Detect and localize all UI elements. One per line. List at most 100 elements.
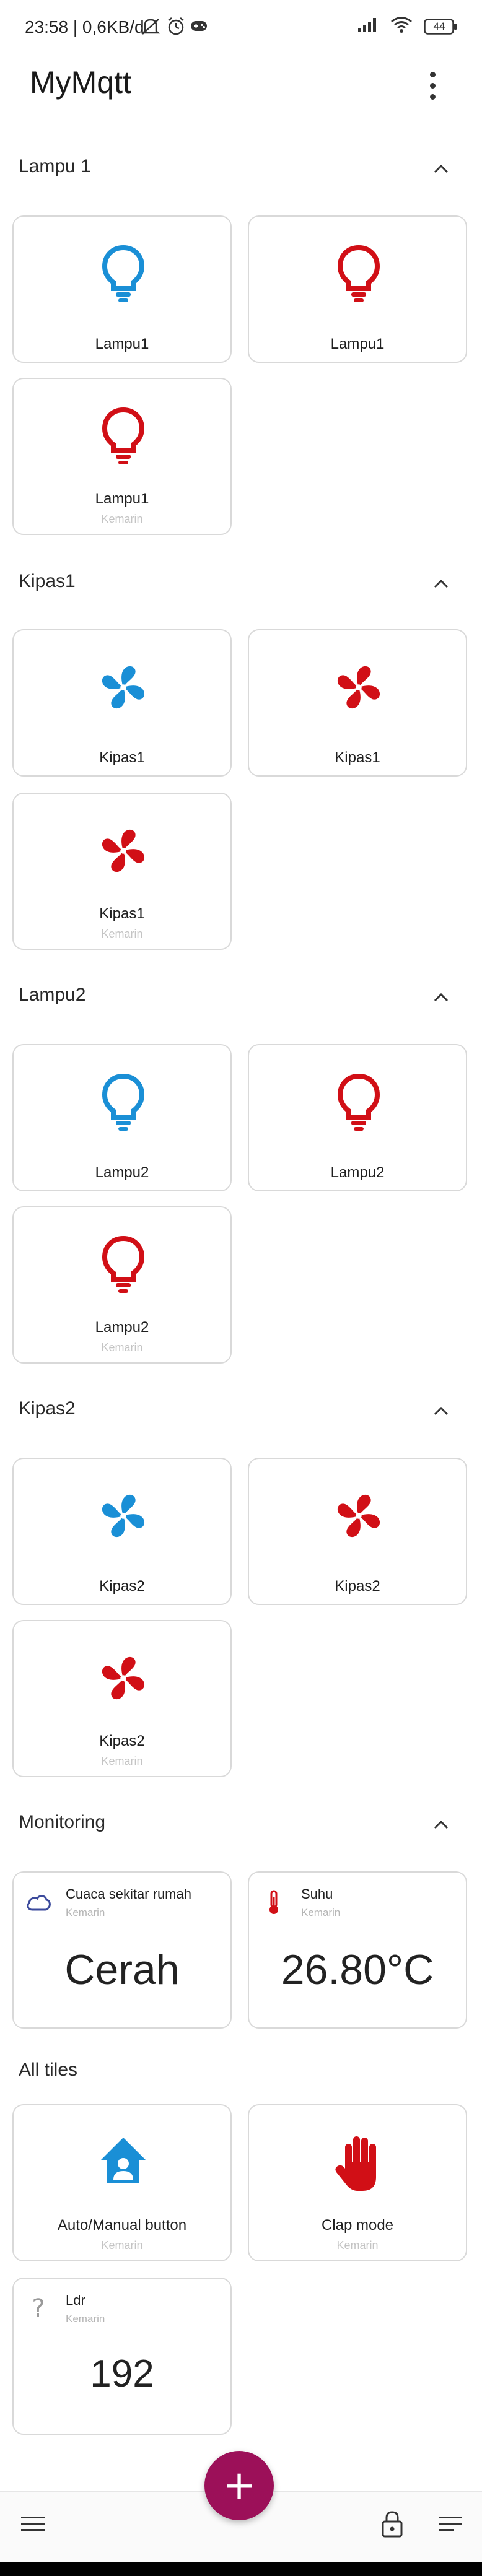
app-title: MyMqtt [30,65,131,100]
fan-icon [99,820,148,882]
lock-icon[interactable] [380,2510,404,2541]
section-header-monitoring[interactable]: Monitoring [0,1799,482,1849]
tile-title: Suhu [301,1886,333,1902]
section-title: All tiles [19,2060,78,2080]
tile-label: Kipas2 [335,1578,380,1595]
more-dot [429,71,436,77]
alarm-icon [166,16,186,39]
mute-icon [140,17,161,39]
tile-label: Lampu2 [95,1319,149,1336]
fan-icon [99,1647,148,1709]
tile-sub: Kemarin [301,1907,341,1918]
lightbulb-icon [99,405,148,467]
tile-label: Lampu1 [330,336,385,352]
tile-kipas1-status[interactable]: Kipas1 Kemarin [12,793,232,950]
tile-label: Clap mode [321,2217,394,2234]
tile-ldr[interactable]: ? Ldr Kemarin 192 [12,2278,232,2435]
tile-auto-manual[interactable]: Auto/Manual button Kemarin [12,2104,232,2261]
tile-label: Kipas1 [335,749,380,766]
tile-label: Auto/Manual button [57,2217,187,2234]
tile-title: Ldr [66,2292,85,2308]
tile-lampu2-status[interactable]: Lampu2 Kemarin [12,1206,232,1364]
tile-kipas2-on[interactable]: Kipas2 [12,1458,232,1605]
gamepad-icon [190,19,208,37]
tile-lampu2-on[interactable]: Lampu2 [12,1044,232,1191]
tile-label: Lampu2 [330,1164,385,1181]
fan-icon [334,1485,383,1547]
lightbulb-icon [334,1071,383,1133]
home-user-icon [99,2131,148,2193]
more-dot [429,82,436,89]
section-title: Lampu2 [19,985,86,1005]
chevron-up-icon[interactable] [429,1812,454,1837]
tile-sub: Kemarin [101,1755,143,1767]
status-bar: 23:58 | 0,6KB/d 44 [0,0,482,59]
section-title: Monitoring [19,1812,106,1832]
tile-sub: Kemarin [101,2239,143,2252]
lightbulb-icon [99,243,148,305]
tile-label: Kipas2 [99,1578,145,1595]
lightbulb-icon [99,1071,148,1133]
tile-value: 26.80°C [281,1946,434,1993]
tile-label: Lampu2 [95,1164,149,1181]
section-header-lampu2[interactable]: Lampu2 [0,972,482,1022]
hand-icon [334,2131,383,2193]
tile-label: Lampu1 [95,490,149,507]
tile-kipas2-off[interactable]: Kipas2 [248,1458,467,1605]
question-icon: ? [32,2294,45,2323]
chevron-up-icon[interactable] [429,156,454,181]
tile-sub: Kemarin [336,2239,379,2252]
tile-label: Kipas1 [99,749,145,766]
section-title: Lampu 1 [19,156,91,176]
tile-title: Cuaca sekitar rumah [66,1886,191,1902]
section-title: Kipas1 [19,571,76,591]
tile-kipas1-on[interactable]: Kipas1 [12,629,232,777]
tile-sub: Kemarin [101,928,143,940]
tile-lampu1-status[interactable]: Lampu1 Kemarin [12,378,232,535]
battery-level: 44 [433,20,445,32]
fan-icon [99,1485,148,1547]
menu-icon[interactable] [21,2514,46,2537]
tile-sub: Kemarin [101,513,143,525]
system-nav-bar [0,2562,482,2576]
status-time-speed: 23:58 | 0,6KB/d [25,17,144,37]
tile-clap-mode[interactable]: Clap mode Kemarin [248,2104,467,2261]
cloud-icon [25,1889,52,1916]
lightbulb-icon [99,1234,148,1295]
battery-icon: 44 [424,18,457,35]
tile-sub: Kemarin [101,1341,143,1354]
section-header-kipas1[interactable]: Kipas1 [0,559,482,608]
tile-temperature[interactable]: Suhu Kemarin 26.80°C [248,1871,467,2029]
fan-icon [334,656,383,718]
tile-kipas1-off[interactable]: Kipas1 [248,629,467,777]
tile-weather[interactable]: Cuaca sekitar rumah Kemarin Cerah [12,1871,232,2029]
section-title: Kipas2 [19,1398,76,1419]
tile-label: Kipas2 [99,1733,145,1749]
add-tile-button[interactable]: + [204,2451,274,2520]
more-options-button[interactable] [419,67,446,104]
lightbulb-icon [334,243,383,305]
tile-value: 192 [90,2352,154,2395]
thermometer-icon [260,1889,287,1916]
chevron-up-icon[interactable] [429,985,454,1009]
chevron-up-icon[interactable] [429,571,454,596]
more-dot [429,94,436,100]
tile-sub: Kemarin [66,2313,105,2325]
tile-lampu1-on[interactable]: Lampu1 [12,215,232,363]
plus-icon: + [222,2463,256,2509]
fan-icon [99,656,148,718]
tile-lampu1-off[interactable]: Lampu1 [248,215,467,363]
section-header-all-tiles: All tiles [0,2047,482,2097]
chevron-up-icon[interactable] [429,1398,454,1423]
sort-icon[interactable] [439,2514,463,2537]
tile-label: Kipas1 [99,905,145,922]
tile-value: Cerah [64,1946,180,1993]
tile-sub: Kemarin [66,1907,105,1918]
tile-label: Lampu1 [95,336,149,352]
section-header-kipas2[interactable]: Kipas2 [0,1386,482,1435]
signal-icon [357,17,379,36]
wifi-icon [390,16,413,37]
tile-kipas2-status[interactable]: Kipas2 Kemarin [12,1620,232,1777]
tile-lampu2-off[interactable]: Lampu2 [248,1044,467,1191]
section-header-lampu1[interactable]: Lampu 1 [0,144,482,193]
